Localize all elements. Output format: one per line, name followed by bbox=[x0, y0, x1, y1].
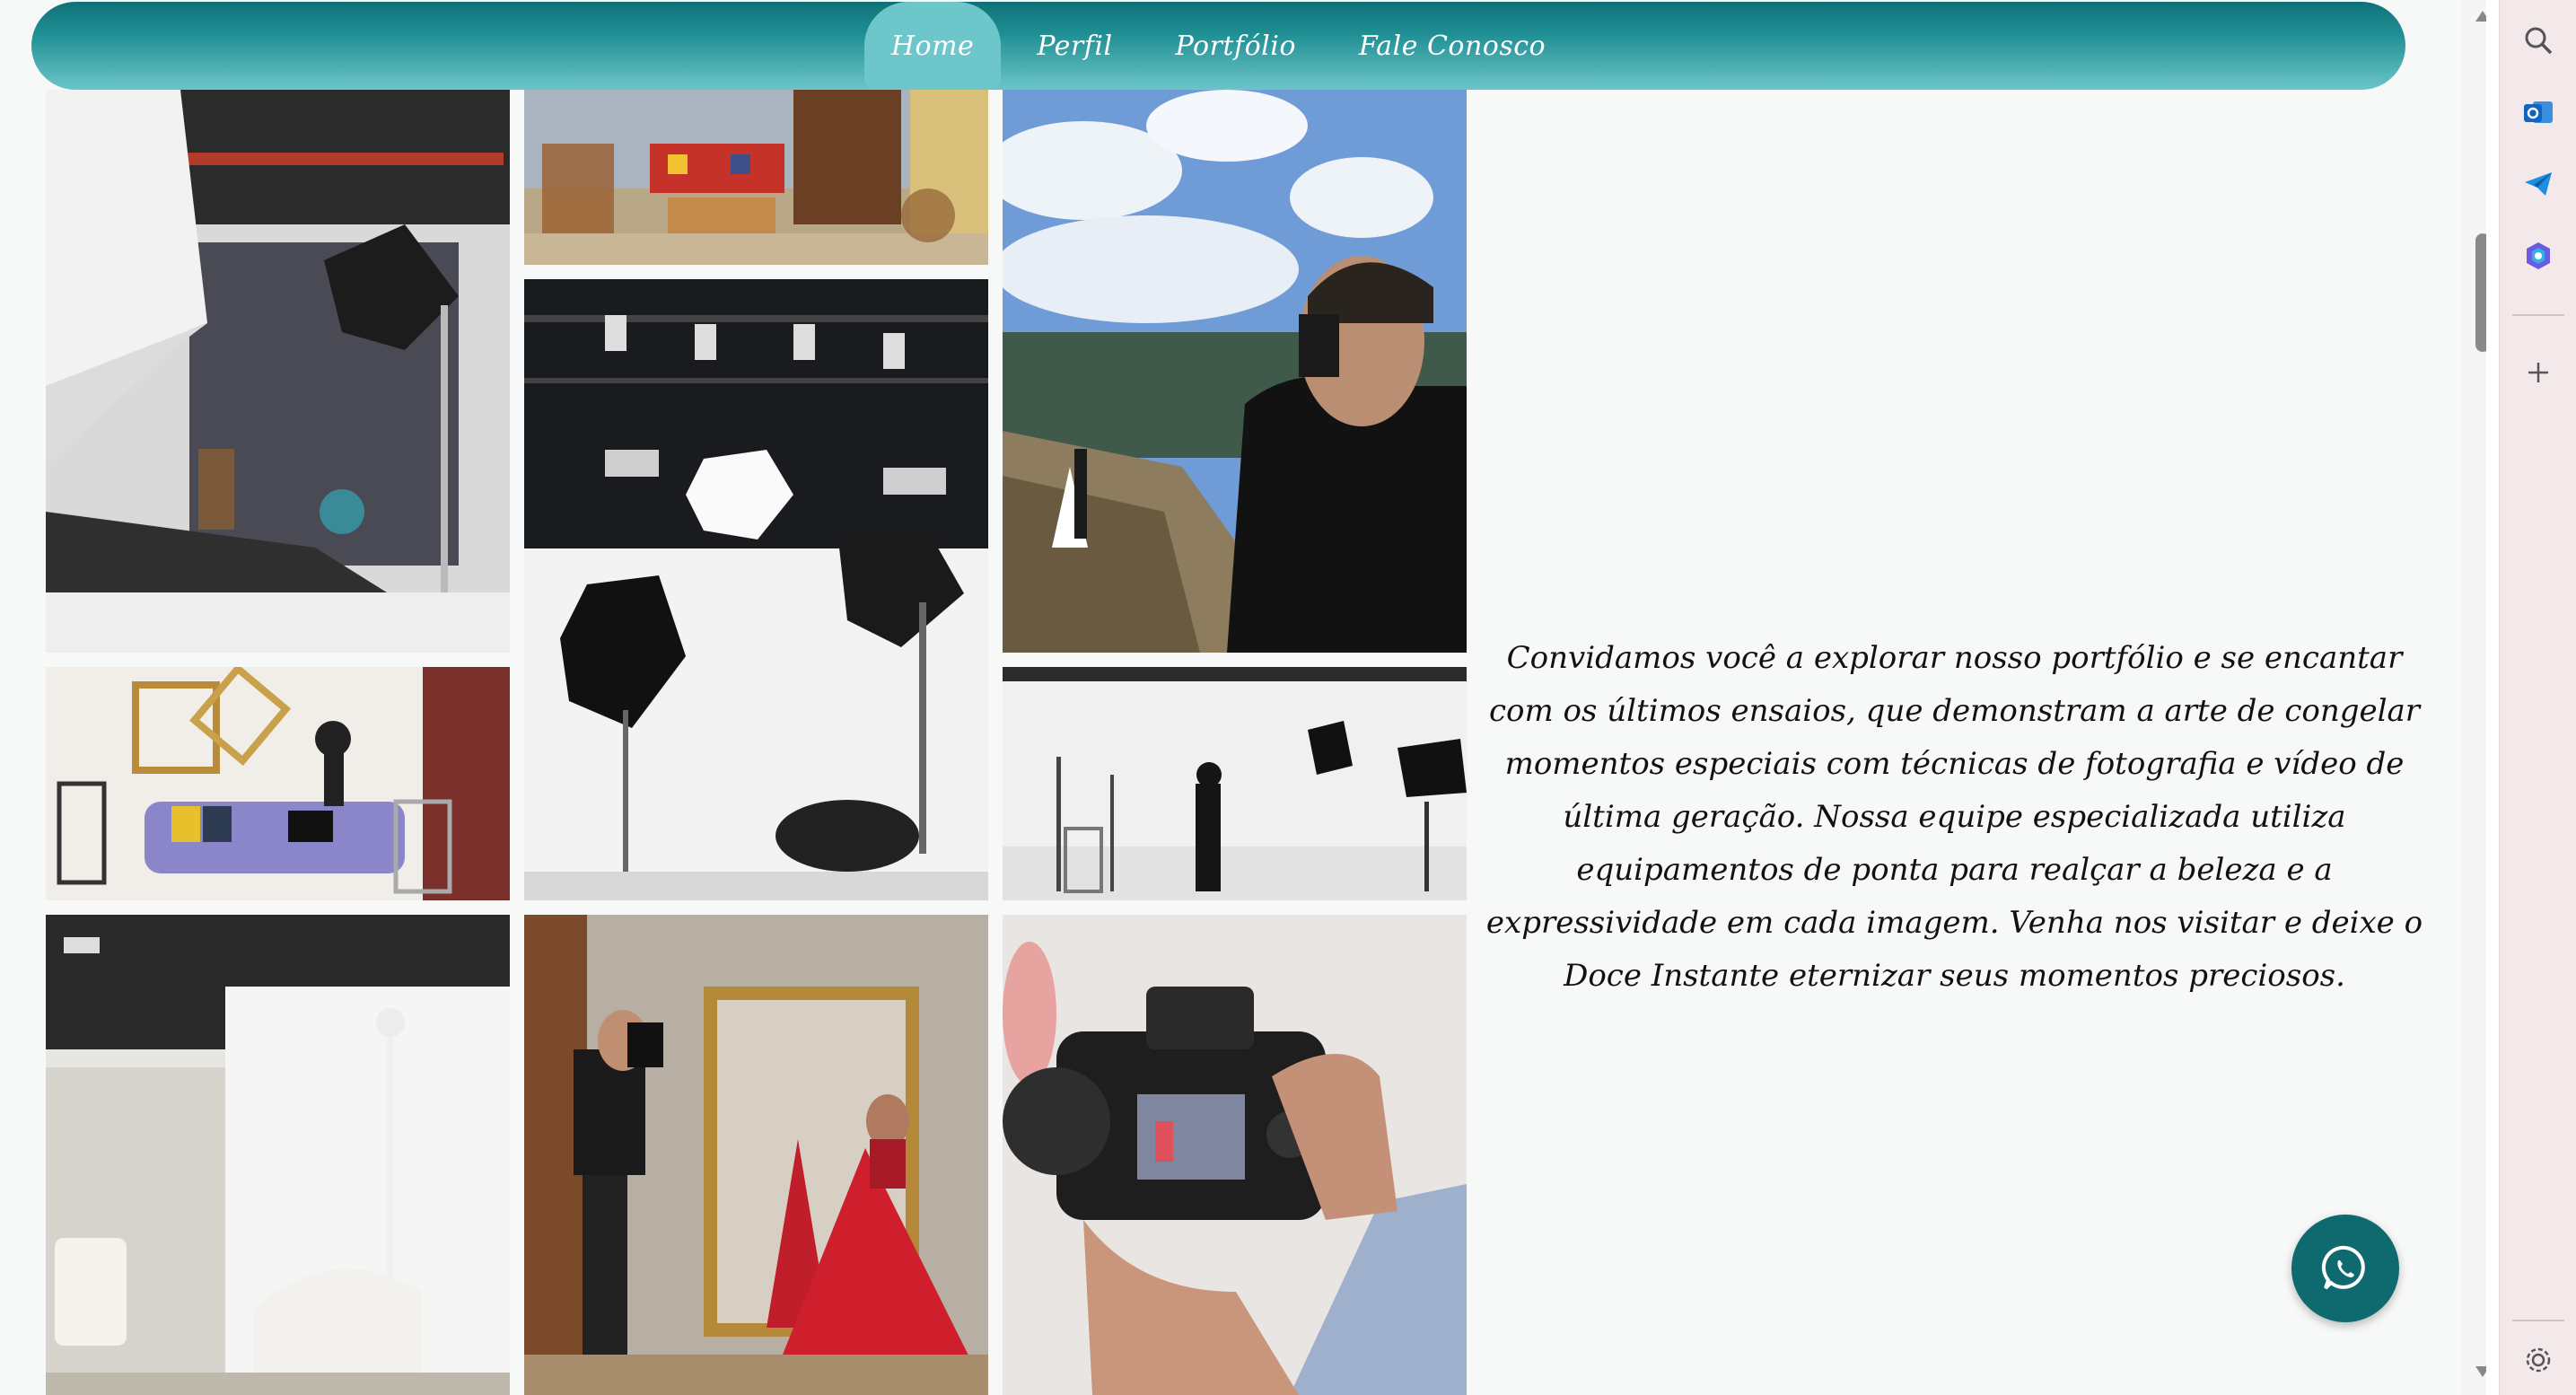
sidebar-divider bbox=[2512, 314, 2564, 316]
add-icon[interactable] bbox=[2516, 350, 2561, 395]
purple-sofa-room-photo[interactable] bbox=[46, 667, 510, 900]
white-curtain-room-photo[interactable] bbox=[46, 915, 510, 1395]
outlook-icon[interactable] bbox=[2516, 90, 2561, 135]
nav-item-fale-conosco[interactable]: Fale Conosco bbox=[1332, 2, 1573, 90]
lighting-studio-photo[interactable] bbox=[524, 279, 988, 900]
vintage-living-room-photo[interactable] bbox=[524, 90, 988, 265]
about-text: Convidamos você a explorar nosso portfól… bbox=[1485, 640, 2423, 994]
browser-sidebar bbox=[2499, 0, 2576, 1395]
nav-item-home[interactable]: Home bbox=[863, 2, 1002, 90]
page-scrollbar[interactable] bbox=[2461, 0, 2486, 1395]
send-icon[interactable] bbox=[2516, 162, 2561, 206]
red-dress-mirror-photo[interactable] bbox=[524, 915, 988, 1395]
nav-item-perfil[interactable]: Perfil bbox=[1010, 2, 1139, 90]
page-viewport: Home Perfil Portfólio Fale Conosco Convi… bbox=[0, 0, 2486, 1395]
studio-softbox-photo[interactable] bbox=[46, 90, 510, 653]
top-navbar: Home Perfil Portfólio Fale Conosco bbox=[31, 2, 2405, 90]
sidebar-divider-bottom bbox=[2512, 1320, 2564, 1321]
white-studio-photographer-photo[interactable] bbox=[1003, 667, 1467, 900]
settings-icon[interactable] bbox=[2516, 1338, 2561, 1382]
search-icon[interactable] bbox=[2516, 18, 2561, 63]
whatsapp-button[interactable] bbox=[2291, 1215, 2399, 1322]
whatsapp-icon bbox=[2321, 1245, 2365, 1290]
nav-item-portfolio[interactable]: Portfólio bbox=[1149, 2, 1323, 90]
copilot-icon[interactable] bbox=[2516, 233, 2561, 278]
scroll-up-arrow-icon[interactable] bbox=[2475, 11, 2486, 22]
wedding-cliff-photographer-photo[interactable] bbox=[1003, 90, 1467, 653]
scroll-down-arrow-icon[interactable] bbox=[2475, 1366, 2486, 1377]
camera-in-hands-photo[interactable] bbox=[1003, 915, 1467, 1395]
scroll-thumb[interactable] bbox=[2475, 233, 2486, 352]
